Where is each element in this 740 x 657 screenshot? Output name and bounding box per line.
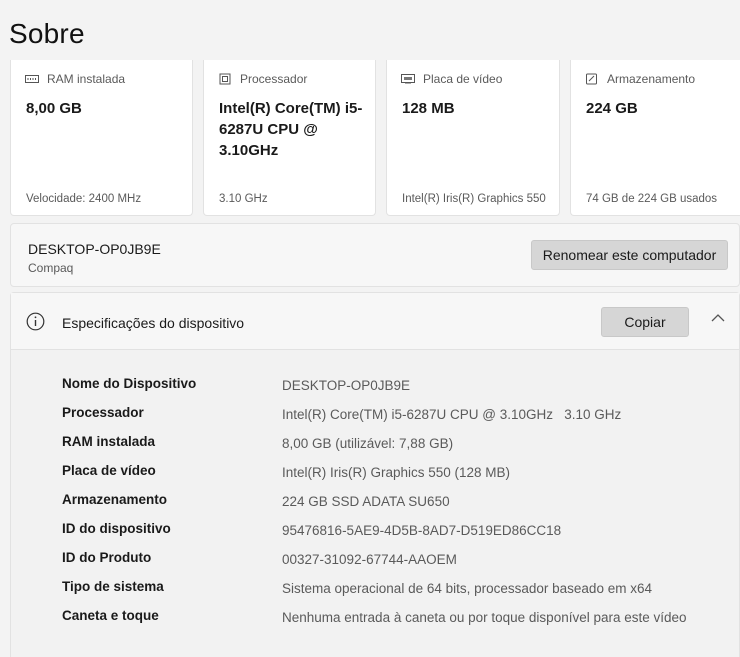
computer-name: DESKTOP-OP0JB9E [28, 241, 161, 257]
device-specs-panel: Especificações do dispositivo Copiar Nom… [10, 292, 740, 657]
card-value: 128 MB [402, 100, 455, 117]
card-value: 8,00 GB [26, 100, 82, 117]
card-label: Armazenamento [607, 72, 696, 86]
spec-value: Intel(R) Iris(R) Graphics 550 (128 MB) [282, 465, 511, 480]
processor-icon [219, 73, 231, 85]
page-title: Sobre [9, 18, 85, 49]
spec-key: Caneta e toque [62, 608, 159, 623]
device-specs-title: Especificações do dispositivo [62, 315, 245, 331]
spec-key: Armazenamento [62, 492, 168, 507]
spec-value: 224 GB SSD ADATA SU650 [282, 494, 450, 509]
spec-value: 00327-31092-67744-AAOEM [282, 552, 457, 567]
spec-value: Intel(R) Core(TM) i5-6287U CPU @ 3.10GHz… [282, 407, 622, 422]
card-processor: Processador Intel(R) Core(TM) i5-6287U C… [203, 60, 376, 216]
spec-value: 95476816-5AE9-4D5B-8AD7-D519ED86CC18 [282, 523, 562, 538]
card-value: 224 GB [586, 100, 638, 117]
rename-computer-button[interactable]: Renomear este computador [531, 240, 728, 270]
card-subtext: 3.10 GHz [219, 193, 268, 205]
spec-value: 8,00 GB (utilizável: 7,88 GB) [282, 436, 454, 451]
chevron-up-icon[interactable] [711, 313, 725, 323]
card-gpu: Placa de vídeo 128 MB Intel(R) Iris(R) G… [386, 60, 560, 216]
copy-button[interactable]: Copiar [601, 307, 689, 337]
spec-key: Placa de vídeo [62, 463, 156, 478]
spec-key: RAM instalada [62, 434, 156, 449]
spec-value: Nenhuma entrada à caneta ou por toque di… [282, 610, 687, 625]
spec-key: Processador [62, 405, 144, 420]
card-label: Processador [240, 72, 308, 86]
card-storage: Armazenamento 224 GB 74 GB de 224 GB usa… [570, 60, 740, 216]
spec-key: Tipo de sistema [62, 579, 164, 594]
spec-key: Nome do Dispositivo [62, 376, 197, 391]
computer-name-panel: DESKTOP-OP0JB9E Compaq Renomear este com… [10, 223, 740, 287]
info-icon [26, 312, 45, 331]
spec-key: ID do Produto [62, 550, 152, 565]
spec-value: DESKTOP-OP0JB9E [282, 378, 411, 393]
card-label: RAM instalada [47, 72, 126, 86]
card-subtext: Intel(R) Iris(R) Graphics 550 [402, 193, 546, 205]
device-specs-list: Nome do Dispositivo DESKTOP-OP0JB9E Proc… [11, 350, 739, 657]
device-specs-header[interactable]: Especificações do dispositivo Copiar [11, 293, 739, 350]
spec-value: Sistema operacional de 64 bits, processa… [282, 581, 652, 596]
computer-brand: Compaq [28, 261, 74, 275]
spec-key: ID do dispositivo [62, 521, 171, 536]
card-value: Intel(R) Core(TM) i5-6287U CPU @ 3.10GHz [219, 100, 363, 159]
card-label: Placa de vídeo [423, 72, 503, 86]
summary-cards: RAM instalada 8,00 GB Velocidade: 2400 M… [10, 60, 740, 216]
card-ram: RAM instalada 8,00 GB Velocidade: 2400 M… [10, 60, 193, 216]
gpu-icon [401, 74, 415, 84]
ram-icon [25, 75, 39, 83]
card-subtext: Velocidade: 2400 MHz [26, 193, 142, 205]
storage-icon [586, 73, 597, 85]
card-subtext: 74 GB de 224 GB usados [586, 193, 718, 205]
